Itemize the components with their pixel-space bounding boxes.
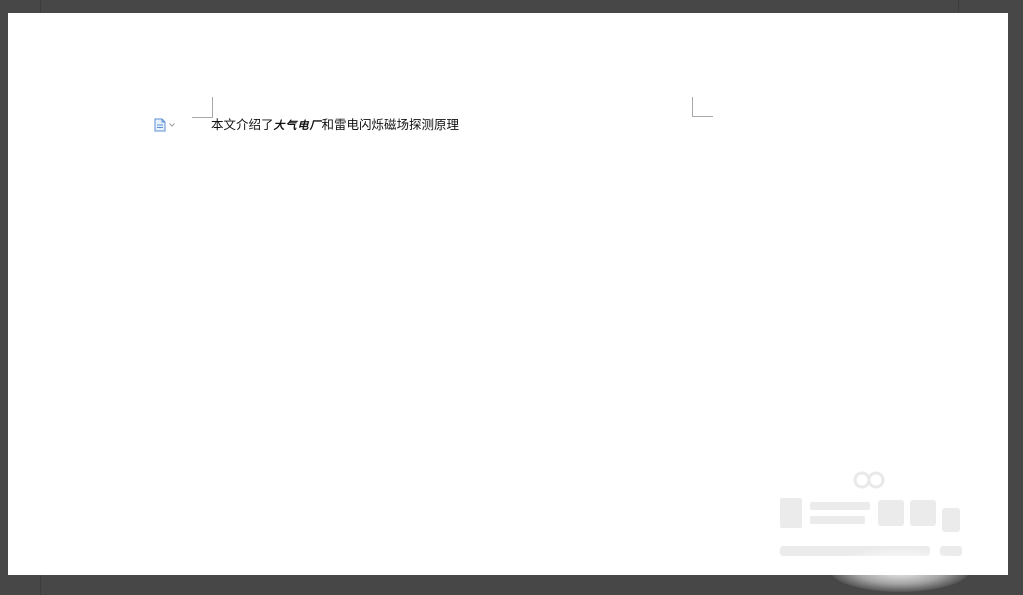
document-page[interactable]: 本文介绍了大气电厂和雷电闪烁磁场探测原理 — [8, 13, 1008, 575]
text-run: 本文介绍了 — [211, 117, 274, 132]
chevron-down-icon — [169, 123, 175, 127]
document-icon — [154, 118, 166, 132]
paragraph-options-button[interactable] — [154, 118, 176, 132]
right-edge-line — [958, 0, 959, 12]
styled-text-run: 大气电厂 — [273, 119, 322, 132]
document-workspace: 本文介绍了大气电厂和雷电闪烁磁场探测原理 — [0, 0, 1023, 595]
text-run: 和雷电闪烁磁场探测原理 — [321, 117, 460, 132]
margin-guide-top-right — [692, 97, 713, 117]
margin-guide-top-left — [192, 97, 213, 118]
document-paragraph[interactable]: 本文介绍了大气电厂和雷电闪烁磁场探测原理 — [211, 115, 459, 136]
light-glow — [830, 548, 970, 592]
